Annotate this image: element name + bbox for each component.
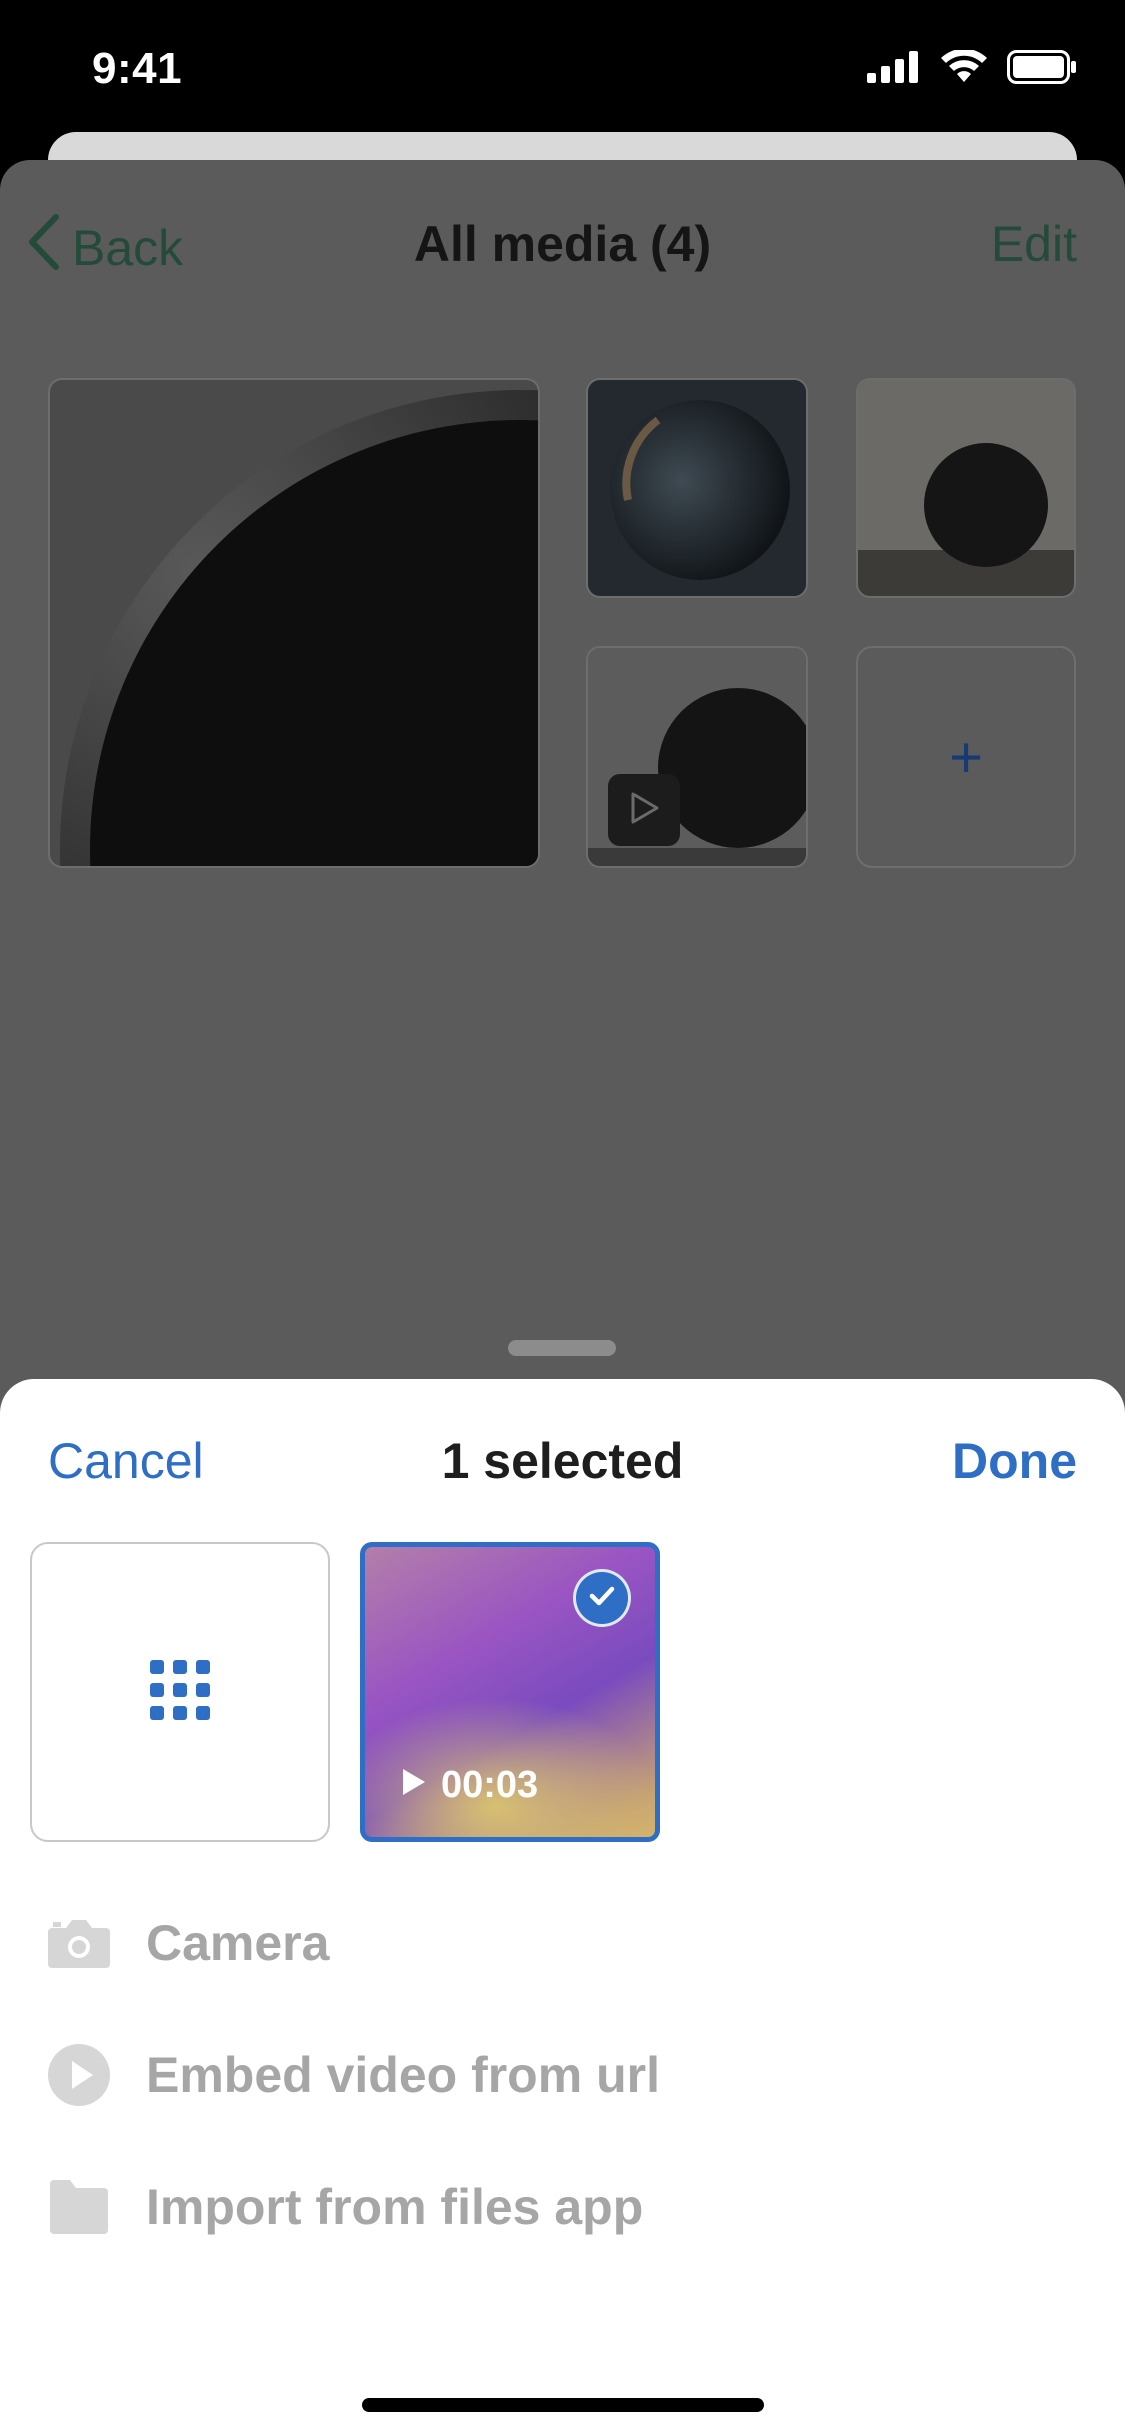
- camera-label: Camera: [146, 1915, 330, 1971]
- media-thumbnail[interactable]: [586, 378, 808, 598]
- status-time: 9:41: [92, 44, 183, 93]
- checkmark-icon: [589, 1585, 615, 1612]
- video-badge: [608, 774, 680, 846]
- camera-icon: [48, 1912, 110, 1974]
- grid-icon: [150, 1659, 210, 1725]
- media-thumbnail[interactable]: [856, 378, 1076, 598]
- screen: 9:41 Back All media (4) Edit + Cancel 1 …: [0, 0, 1125, 2436]
- media-thumbnail-large[interactable]: [48, 378, 540, 868]
- play-circle-icon: [48, 2044, 110, 2106]
- media-picker-sheet: [0, 1379, 1125, 2436]
- import-files-label: Import from files app: [146, 2179, 644, 2235]
- sheet-grabber[interactable]: [508, 1340, 616, 1356]
- status-icons: [867, 48, 1077, 89]
- play-outline-icon: [627, 790, 661, 831]
- page-title: All media (4): [413, 216, 712, 272]
- done-button[interactable]: Done: [952, 1432, 1077, 1490]
- selected-video-tile[interactable]: 00:03: [360, 1542, 660, 1842]
- add-media-button[interactable]: +: [856, 646, 1076, 868]
- cellular-signal-icon: [867, 51, 921, 88]
- wifi-icon: [941, 48, 987, 89]
- embed-video-action[interactable]: Embed video from url: [48, 2044, 660, 2106]
- embed-video-label: Embed video from url: [146, 2047, 660, 2103]
- browse-library-button[interactable]: [30, 1542, 330, 1842]
- edit-button[interactable]: Edit: [991, 215, 1077, 273]
- home-indicator[interactable]: [362, 2398, 764, 2412]
- video-duration: 00:03: [401, 1764, 538, 1807]
- folder-icon: [48, 2176, 110, 2238]
- import-files-action[interactable]: Import from files app: [48, 2176, 643, 2238]
- battery-icon: [1007, 50, 1077, 89]
- camera-action[interactable]: Camera: [48, 1912, 329, 1974]
- duration-label: 00:03: [441, 1764, 539, 1806]
- play-icon: [401, 1764, 427, 1807]
- selected-check-badge[interactable]: [573, 1569, 631, 1627]
